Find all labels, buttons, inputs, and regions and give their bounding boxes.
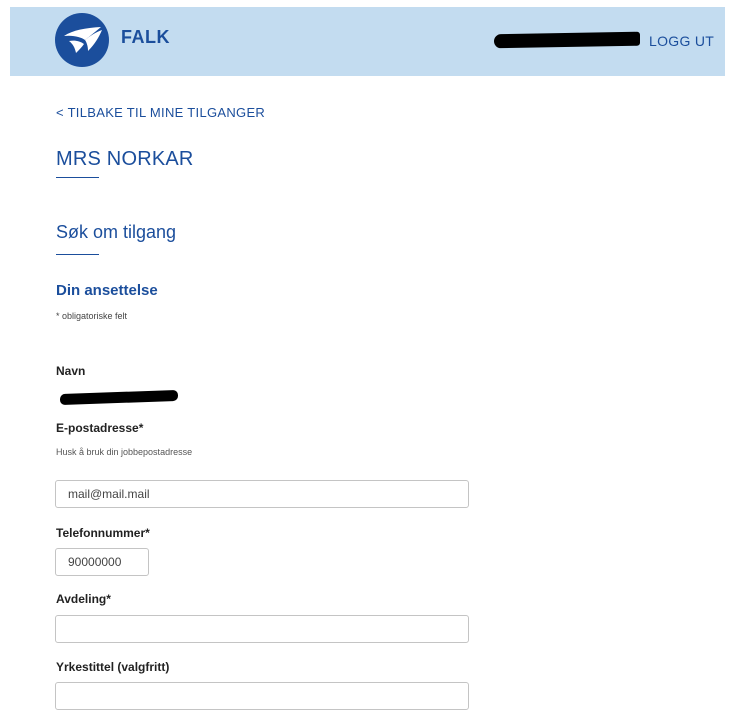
job-title-field[interactable] (55, 682, 469, 710)
top-header: FALK LOGG UT (10, 7, 725, 76)
required-fields-note: * obligatoriske felt (56, 311, 128, 321)
email-hint: Husk å bruk din jobbepostadresse (56, 447, 193, 457)
redacted-username (494, 31, 640, 49)
phone-field[interactable] (55, 548, 149, 576)
back-to-my-accesses-link[interactable]: < TILBAKE TIL MINE TILGANGER (56, 105, 265, 120)
subsection-title: Din ansettelse (56, 282, 158, 299)
phone-label: Telefonnummer* (56, 526, 150, 540)
section-underline (56, 254, 99, 255)
job-title-label: Yrkestittel (valgfritt) (56, 660, 170, 674)
name-label: Navn (56, 364, 86, 378)
department-label: Avdeling* (56, 592, 111, 606)
redacted-name-value (60, 389, 178, 406)
email-label: E-postadresse* (56, 421, 144, 435)
title-underline (56, 177, 99, 178)
page-title: MRS NORKAR (56, 148, 194, 170)
logout-button[interactable]: LOGG UT (649, 33, 714, 49)
section-title: Søk om tilgang (56, 222, 177, 242)
brand-name: FALK (121, 27, 170, 47)
falk-logo-icon[interactable] (55, 13, 109, 67)
department-field[interactable] (55, 615, 469, 643)
email-field[interactable] (55, 480, 469, 508)
